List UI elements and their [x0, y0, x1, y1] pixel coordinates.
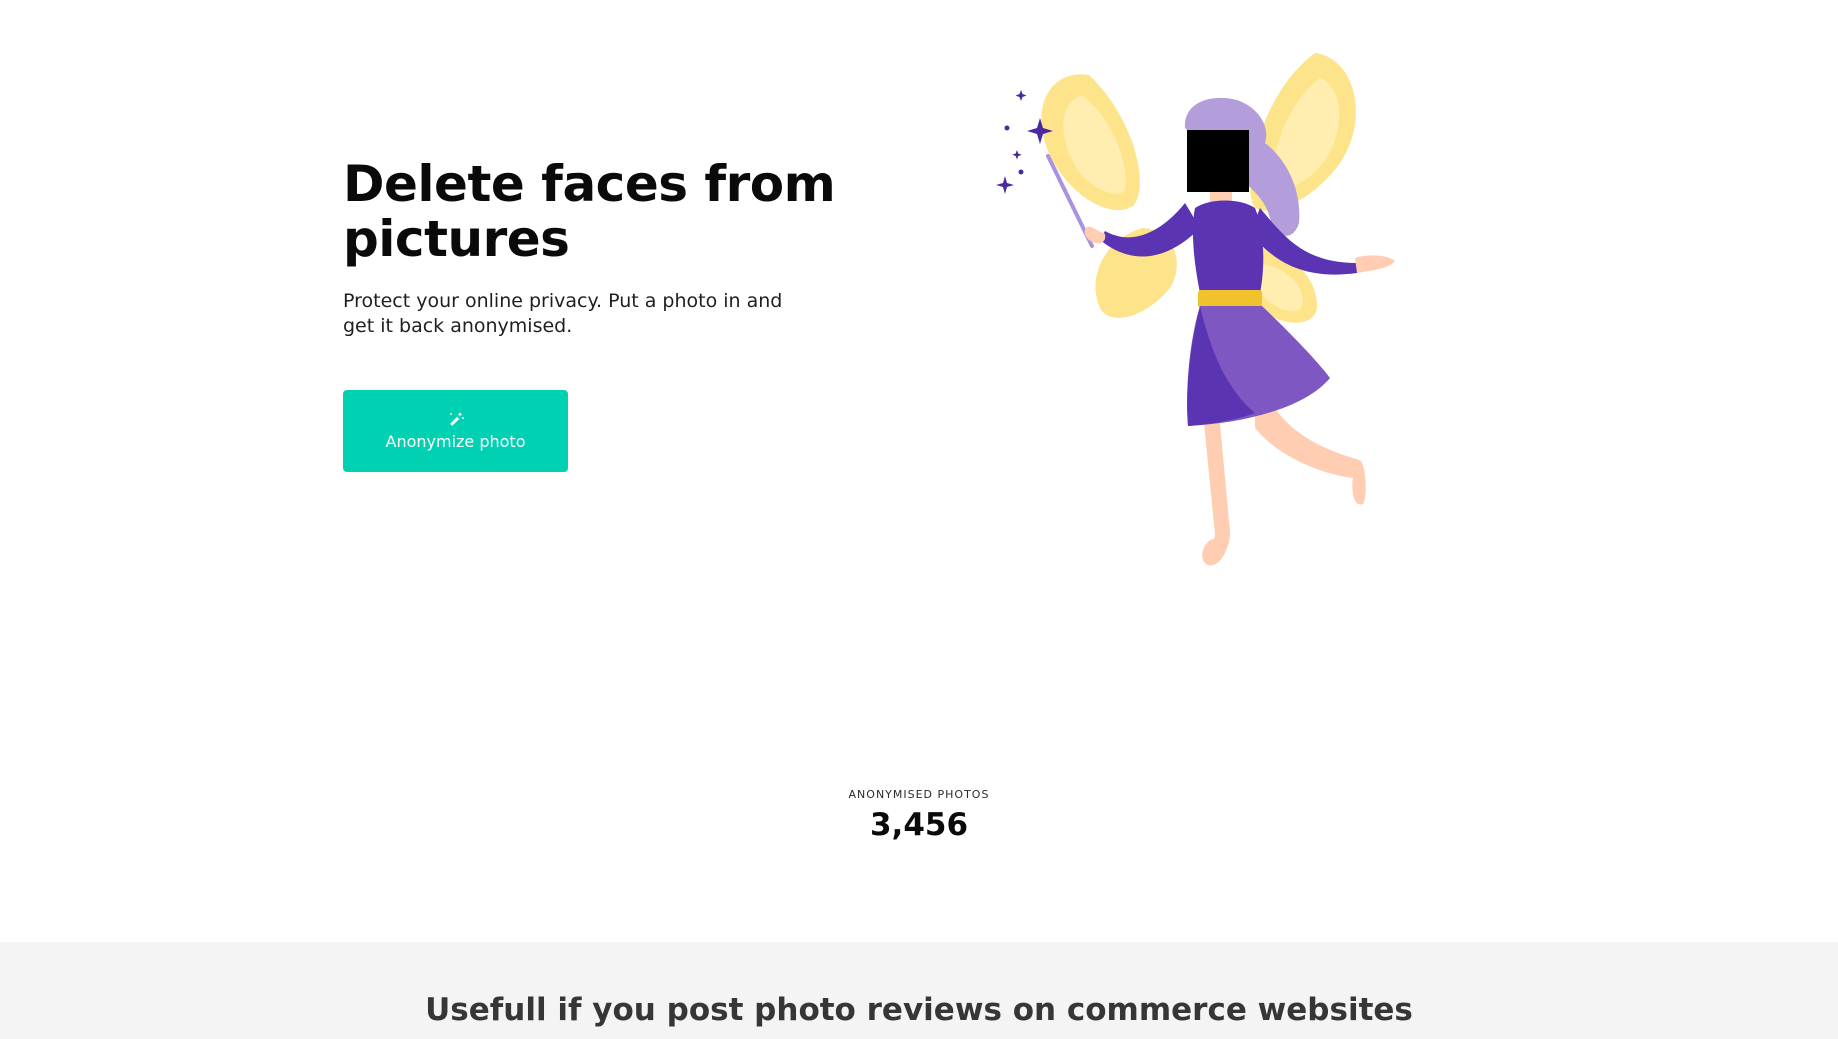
- fairy-illustration: [996, 53, 1395, 566]
- page: Delete faces from pictures Protect your …: [0, 0, 1838, 1039]
- fairy-belt: [1198, 290, 1262, 308]
- anonymised-photos-stat: ANONYMISED PHOTOS 3,456: [0, 788, 1838, 843]
- anonymize-photo-label: Anonymize photo: [385, 431, 526, 451]
- hero-subtitle: Protect your online privacy. Put a photo…: [343, 290, 783, 337]
- hero-title: Delete faces from pictures: [343, 155, 836, 268]
- fairy-legs: [1202, 400, 1366, 566]
- use-case-section: Usefull if you post photo reviews on com…: [0, 942, 1838, 1039]
- fairy-torso: [1192, 200, 1264, 293]
- face-censor: [1187, 130, 1249, 192]
- anonymize-photo-button[interactable]: Anonymize photo: [343, 390, 568, 472]
- section-title: Usefull if you post photo reviews on com…: [425, 992, 1413, 1028]
- stat-heading: ANONYMISED PHOTOS: [848, 788, 990, 801]
- stat-value: 3,456: [869, 807, 969, 843]
- magic-wand-icon: [447, 411, 465, 429]
